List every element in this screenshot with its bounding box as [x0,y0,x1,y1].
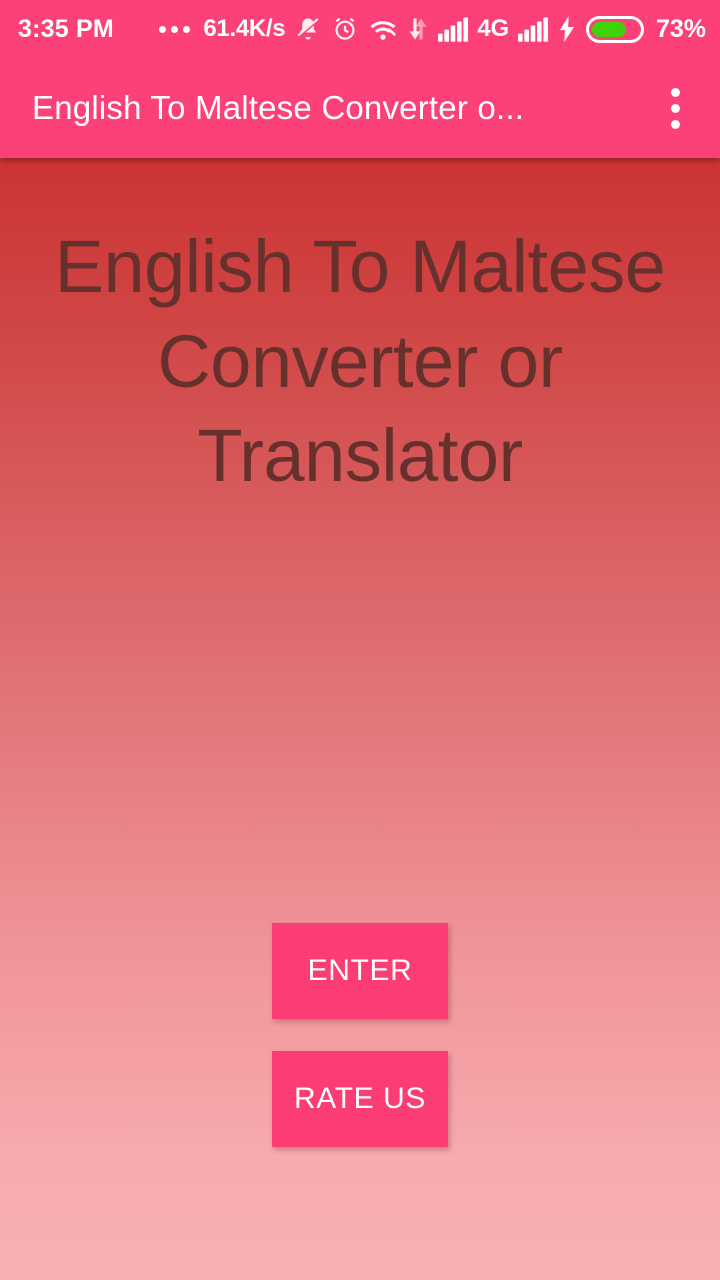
app-bar-title: English To Maltese Converter o... [32,89,525,126]
bell-muted-icon [294,15,322,43]
action-button-group: ENTER RATE US [0,923,720,1147]
overflow-menu-icon[interactable] [646,79,704,137]
phone-screen: 3:35 PM 61.4K/s 4G 73% English To Maltes… [0,0,720,1280]
enter-button[interactable]: ENTER [272,923,448,1019]
status-bar: 3:35 PM 61.4K/s 4G 73% [0,0,720,58]
app-bar: English To Maltese Converter o... [0,58,720,158]
battery-fill [591,21,626,37]
status-bar-clock: 3:35 PM [18,14,114,43]
alarm-clock-icon [331,15,359,43]
signal-bars-icon [517,16,548,42]
network-type-label: 4G [477,15,509,42]
battery-icon [585,15,644,43]
lightning-bolt-icon [557,16,577,42]
network-speed-label: 61.4K/s [203,15,286,42]
page-title: English To Maltese Converter or Translat… [54,225,666,498]
more-horizontal-icon [159,25,191,33]
signal-bars-icon [438,16,469,42]
main-content: English To Maltese Converter or Translat… [0,158,720,1280]
data-transfer-icon [407,15,429,43]
status-bar-icons: 61.4K/s 4G 73% [159,15,706,44]
battery-percentage-label: 73% [655,14,706,43]
wifi-linked-icon [368,15,398,43]
rate-us-button[interactable]: RATE US [272,1051,448,1147]
